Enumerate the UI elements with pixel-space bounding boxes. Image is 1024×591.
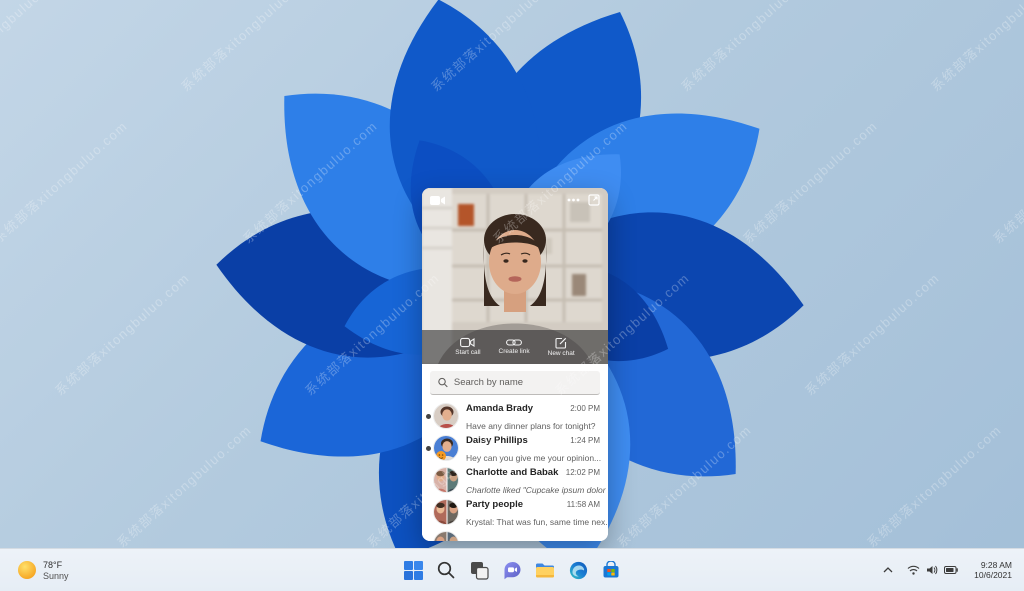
group-avatar <box>433 467 459 493</box>
chat-item-daisy-phillips[interactable]: Daisy Phillips Hey can you give me your … <box>422 432 608 464</box>
chat-time: 2:00 PM <box>570 404 600 413</box>
taskbar-center-icons <box>399 553 625 587</box>
search-icon <box>438 377 448 388</box>
chat-item-charlotte-and-babak[interactable]: Charlotte and Babak Charlotte liked "Cup… <box>422 464 608 496</box>
teams-chat-icon <box>504 561 520 579</box>
video-preview: Start call Create link New chat <box>422 188 608 364</box>
more-options-icon[interactable] <box>567 198 580 202</box>
chat-name: Daisy Phillips <box>466 435 528 446</box>
weather-temp: 78°F <box>43 559 63 570</box>
teams-chat-flyout: Start call Create link New chat Search b… <box>422 188 608 541</box>
chat-message: Krystal: That was fun, same time nex... <box>466 517 608 527</box>
start-call-camera-icon <box>460 338 475 348</box>
search-button[interactable] <box>432 553 460 587</box>
create-link-chain-icon <box>506 339 523 346</box>
chat-name: Charlotte and Babak <box>466 467 559 478</box>
unread-dot <box>426 445 431 451</box>
group-avatar <box>433 499 459 525</box>
task-view-icon <box>470 561 489 580</box>
chat-time: 1:24 PM <box>570 436 600 445</box>
start-button[interactable] <box>399 553 427 587</box>
avatar <box>433 531 459 541</box>
microsoft-store-icon <box>603 561 619 578</box>
search-box[interactable] <box>430 371 600 395</box>
weather-condition: Sunny <box>43 570 69 581</box>
create-link-label: Create link <box>498 348 530 356</box>
chat-name: Party people <box>466 499 524 510</box>
file-explorer-button[interactable] <box>531 553 559 587</box>
watermark-text: 系统部落xitongbuluo.com <box>0 0 69 95</box>
watermark-text: 系统部落xitongbuluo.com <box>0 118 131 247</box>
tray-time: 9:28 AM <box>980 560 1012 570</box>
edge-button[interactable] <box>564 553 592 587</box>
search-icon <box>437 561 455 579</box>
wifi-icon <box>907 565 920 575</box>
start-call-button[interactable]: Start call <box>455 337 481 357</box>
watermark-text: 系统部落xitongbuluo.com <box>928 0 1024 95</box>
network-volume-battery-button[interactable] <box>903 565 962 575</box>
search-input[interactable] <box>453 377 592 388</box>
chat-teams-button[interactable] <box>498 553 526 587</box>
new-chat-label: New chat <box>547 349 575 357</box>
system-tray: 9:28 AM 10/6/2021 <box>879 552 1018 588</box>
camera-icon <box>430 195 445 205</box>
battery-icon <box>944 566 958 574</box>
start-call-label: Start call <box>455 349 481 357</box>
new-chat-button[interactable]: New chat <box>548 337 575 358</box>
quick-actions-bar: Start call Create link New chat <box>422 330 608 364</box>
volume-icon <box>927 565 938 575</box>
avatar <box>433 435 459 461</box>
new-chat-compose-icon <box>555 337 567 349</box>
hidden-icons-button[interactable] <box>879 567 897 573</box>
clock-widget[interactable]: 9:28 AM 10/6/2021 <box>968 560 1018 580</box>
windows-logo-icon <box>403 560 423 580</box>
chat-time: 12:02 PM <box>565 468 600 477</box>
create-link-button[interactable]: Create link <box>499 338 530 356</box>
file-explorer-icon <box>536 563 554 577</box>
chevron-up-icon <box>883 567 893 573</box>
search-section <box>422 364 608 400</box>
chat-time: 11:58 AM <box>566 500 600 509</box>
chat-list: Amanda Brady Have any dinner plans for t… <box>422 400 608 541</box>
unread-dot <box>426 413 431 419</box>
pop-out-icon[interactable] <box>588 194 600 206</box>
microsoft-store-button[interactable] <box>597 553 625 587</box>
chat-name: Amanda Brady <box>466 403 534 414</box>
watermark-text: 系统部落xitongbuluo.com <box>990 118 1024 247</box>
chat-item-amanda-brady[interactable]: Amanda Brady Have any dinner plans for t… <box>422 400 608 432</box>
sun-icon <box>18 561 36 579</box>
edge-icon <box>569 561 587 579</box>
avatar <box>433 403 459 429</box>
weather-widget[interactable]: 78°F Sunny <box>10 552 77 588</box>
taskbar: 78°F Sunny 9:28 AM 10/6/2021 <box>0 548 1024 591</box>
tray-date: 10/6/2021 <box>974 570 1012 580</box>
chat-item-party-people[interactable]: Party people Krystal: That was fun, same… <box>422 496 608 528</box>
task-view-button[interactable] <box>465 553 493 587</box>
